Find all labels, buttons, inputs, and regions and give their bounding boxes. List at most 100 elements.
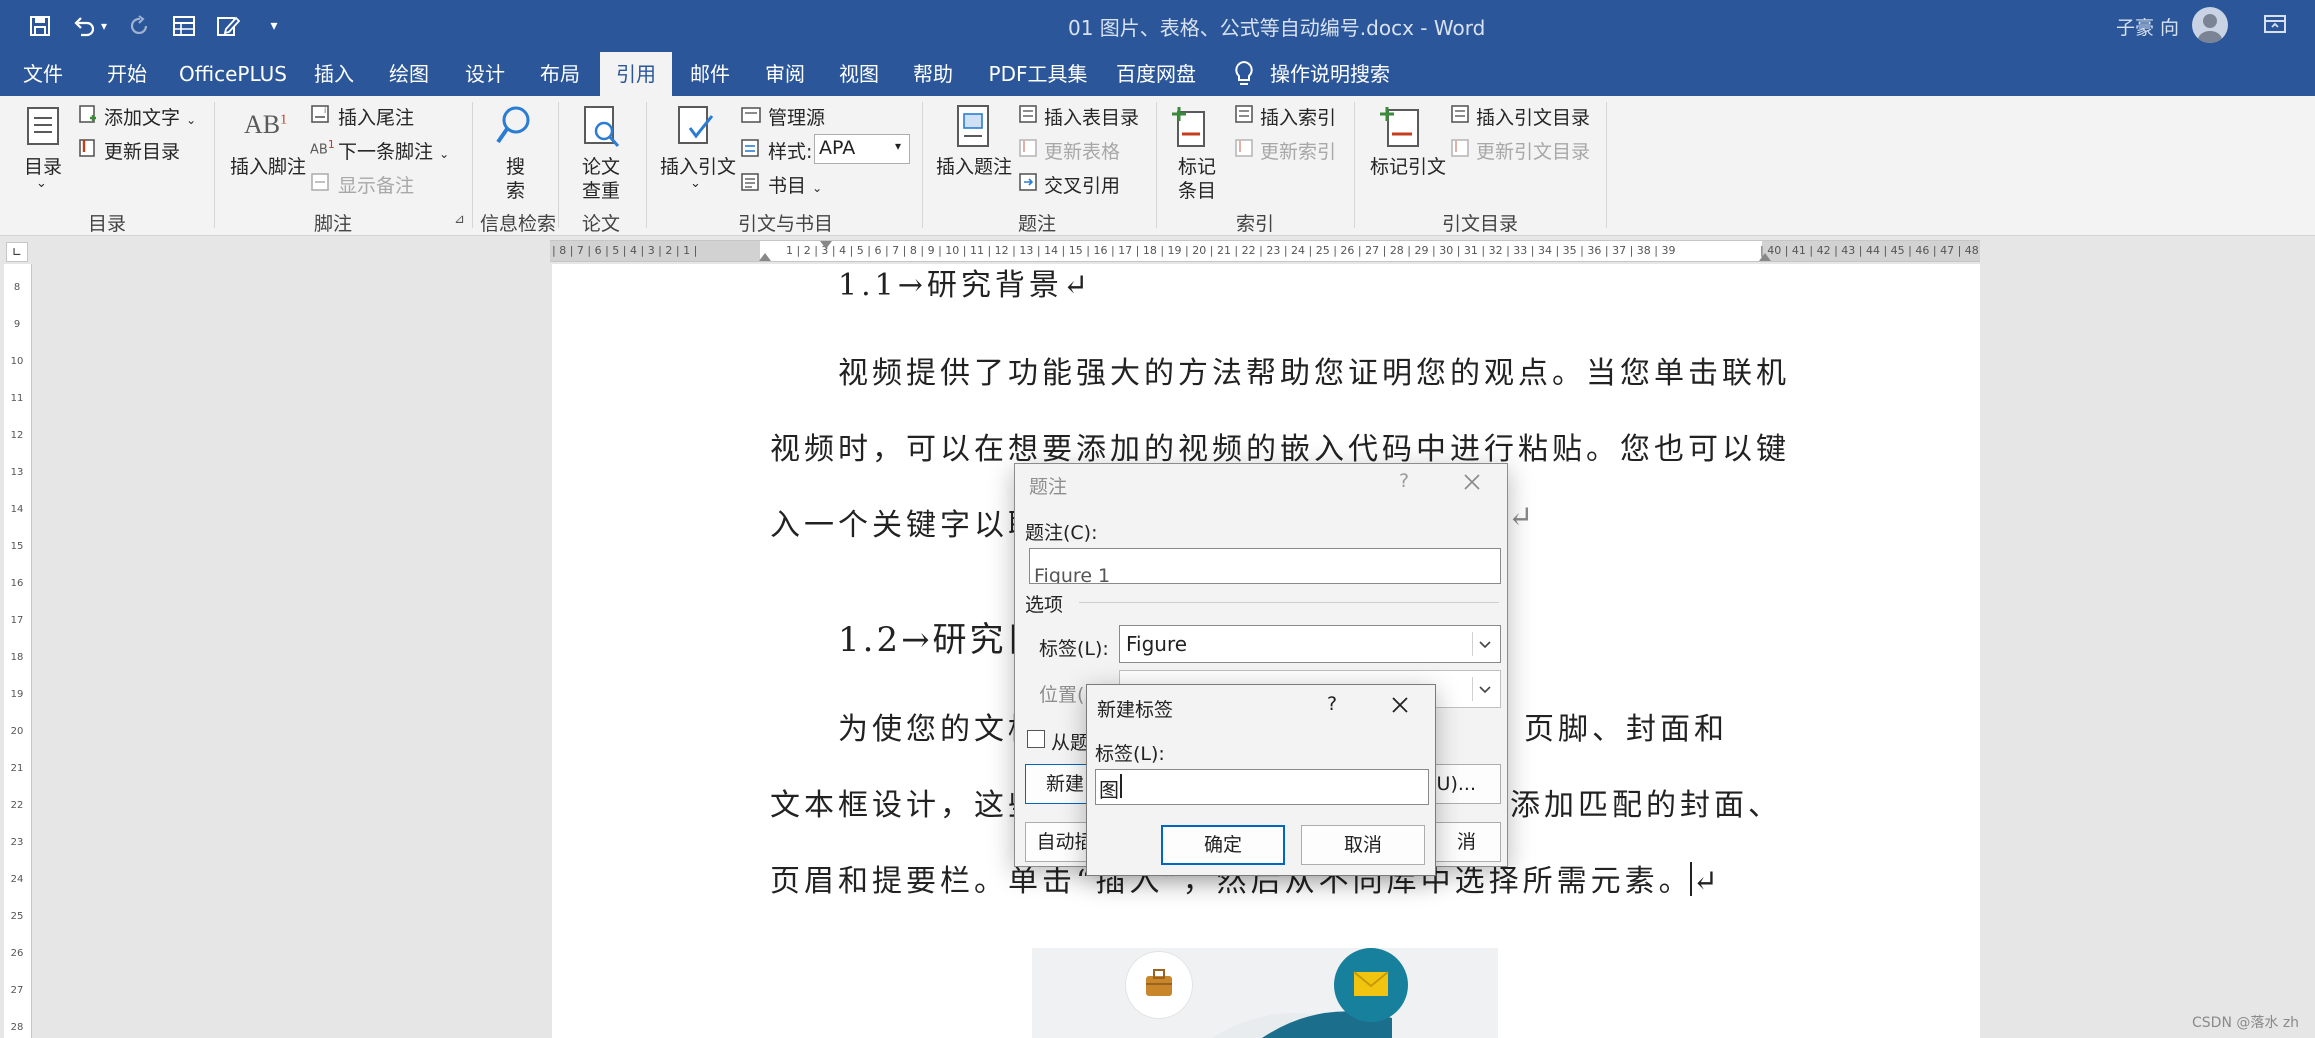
mark-entry-icon[interactable] (1170, 104, 1210, 150)
style-icon (740, 138, 762, 158)
search-button[interactable]: 搜 (506, 152, 525, 179)
paragraph-1-line-2: 视频时，可以在想要添加的视频的嵌入代码中进行粘贴。您也可以键 (770, 432, 1790, 467)
paper-check-button[interactable]: 论文 (582, 152, 620, 179)
cross-reference-button[interactable]: 交叉引用 (1044, 171, 1120, 198)
label-select[interactable]: Figure (1119, 625, 1501, 663)
tab-officeplus[interactable]: OfficePLUS (172, 52, 294, 96)
exclude-label-text: 从题 (1051, 732, 1090, 754)
group-label-toc: 目录 (88, 213, 127, 235)
heading-1-1: 1.1→研究背景↵ (838, 268, 1092, 303)
tell-me-search[interactable]: 操作说明搜索 (1270, 52, 1390, 96)
insert-table-of-figures-icon (1018, 104, 1040, 124)
new-label-close-icon[interactable] (1391, 695, 1409, 713)
vertical-ruler[interactable]: 8 9 10 11 12 13 14 15 16 17 18 19 20 21 22 23 24 25 26 27 28 (4, 264, 32, 1038)
style-label: 样式: (768, 141, 813, 163)
caption-input[interactable]: Figure 1 (1029, 548, 1501, 584)
new-label-input[interactable]: 图 (1095, 769, 1429, 805)
vertical-ruler-tick: 25 (10, 911, 24, 922)
mark-citation-button[interactable]: 标记引文 (1370, 152, 1446, 179)
toc-button[interactable]: 目录 (24, 152, 62, 179)
document-illustration[interactable] (1032, 948, 1498, 1038)
redo-icon[interactable] (124, 10, 156, 42)
insert-caption-icon[interactable] (956, 104, 990, 150)
toc-icon[interactable] (26, 106, 60, 146)
table-icon[interactable] (168, 10, 200, 42)
search-icon[interactable] (494, 104, 534, 148)
tab-file[interactable]: 文件 (8, 52, 78, 96)
update-index-button[interactable]: 更新索引 (1260, 137, 1336, 164)
tab-references[interactable]: 引用 (600, 52, 672, 96)
insert-table-of-figures-button[interactable]: 插入表目录 (1044, 103, 1139, 130)
hanging-indent-marker[interactable] (759, 253, 771, 261)
tab-mailings[interactable]: 邮件 (678, 52, 742, 96)
tab-insert[interactable]: 插入 (302, 52, 366, 96)
bibliography-button[interactable]: 书目 ⌄ (768, 171, 822, 198)
exclude-label-checkbox[interactable] (1027, 730, 1045, 748)
ok-button[interactable]: 确定 (1161, 825, 1285, 865)
avatar[interactable] (2192, 7, 2228, 43)
save-icon[interactable] (24, 10, 56, 42)
mark-entry-button[interactable]: 标记 (1178, 152, 1216, 179)
tab-review[interactable]: 审阅 (752, 52, 818, 96)
tab-draw[interactable]: 绘图 (376, 52, 442, 96)
update-table-icon (1018, 138, 1040, 158)
paper-check-icon[interactable] (582, 104, 622, 150)
insert-footnote-button[interactable]: 插入脚注 (230, 152, 306, 179)
title-bar: ▾ ▾ 01 图片、表格、公式等自动编号.docx - Word 子豪 向 (0, 0, 2315, 52)
insert-citation-icon[interactable] (676, 104, 718, 150)
add-text-dropdown-icon: ⌄ (186, 113, 197, 127)
footnote-dialog-launcher-icon[interactable]: ⊿ (454, 212, 465, 227)
ribbon-tabs: 文件 开始 OfficePLUS 插入 绘图 设计 布局 引用 邮件 审阅 视图… (0, 52, 2315, 96)
vertical-ruler-tick: 14 (10, 504, 24, 515)
tab-baidu-netdisk[interactable]: 百度网盘 (1108, 52, 1204, 96)
vertical-ruler-tick: 21 (10, 763, 24, 774)
tab-view[interactable]: 视图 (826, 52, 892, 96)
next-footnote-button[interactable]: 下一条脚注 ⌄ (338, 137, 449, 164)
new-label-help-icon[interactable]: ? (1327, 693, 1337, 715)
vertical-ruler-tick: 9 (13, 319, 21, 330)
insert-endnote-button[interactable]: 插入尾注 (338, 103, 414, 130)
toc-dropdown-icon[interactable]: ⌄ (36, 176, 47, 191)
caption-close-icon[interactable] (1463, 472, 1481, 490)
footnote-icon[interactable]: AB1 (244, 110, 287, 140)
manage-sources-icon (740, 104, 762, 124)
tab-layout[interactable]: 布局 (528, 52, 592, 96)
undo-dropdown-icon[interactable]: ▾ (96, 10, 112, 42)
right-indent-marker[interactable] (1759, 253, 1771, 261)
update-toc-button[interactable]: 更新目录 (104, 137, 180, 164)
customize-toolbar-icon[interactable]: ▾ (258, 10, 290, 42)
citation-style-select[interactable]: APA ▾ (814, 134, 910, 164)
update-toa-button[interactable]: 更新引文目录 (1476, 137, 1590, 164)
insert-citation-button[interactable]: 插入引文 (660, 152, 736, 179)
first-line-indent-marker[interactable] (820, 241, 832, 249)
update-table-button[interactable]: 更新表格 (1044, 137, 1120, 164)
edit-icon[interactable] (212, 10, 244, 42)
tab-help[interactable]: 帮助 (900, 52, 966, 96)
cross-reference-icon (1018, 172, 1040, 192)
ribbon-display-options-icon[interactable] (2262, 12, 2288, 36)
paragraph-2-line-2-end: 添加匹配的封面、 (1510, 788, 1782, 823)
show-notes-button[interactable]: 显示备注 (338, 171, 414, 198)
insert-index-button[interactable]: 插入索引 (1260, 103, 1336, 130)
update-index-icon (1234, 138, 1256, 158)
add-text-button[interactable]: 添加文字 ⌄ (104, 103, 196, 130)
tab-home[interactable]: 开始 (92, 52, 162, 96)
tab-selector-icon[interactable]: ∟ (6, 242, 28, 262)
group-label-research: 信息检索 (480, 213, 557, 235)
paragraph-2-line-2-start: 文本框设计，这些 (770, 788, 1042, 823)
cancel-button[interactable]: 取消 (1301, 825, 1425, 865)
insert-caption-button[interactable]: 插入题注 (936, 152, 1012, 179)
user-name[interactable]: 子豪 向 (2116, 13, 2179, 40)
tab-design[interactable]: 设计 (452, 52, 518, 96)
caption-help-icon[interactable]: ? (1399, 470, 1409, 492)
insert-citation-dropdown-icon[interactable]: ⌄ (690, 176, 701, 191)
group-label-footnotes: 脚注 (314, 213, 353, 235)
ruler-left-ticks: | 8 | 7 | 6 | 5 | 4 | 3 | 2 | 1 | (552, 244, 698, 257)
manage-sources-button[interactable]: 管理源 (768, 103, 825, 130)
tab-pdf-tools[interactable]: PDF工具集 (980, 52, 1096, 96)
insert-toa-button[interactable]: 插入引文目录 (1476, 103, 1590, 130)
mark-citation-icon[interactable] (1378, 104, 1424, 150)
show-notes-icon (310, 172, 332, 192)
horizontal-ruler[interactable]: | 8 | 7 | 6 | 5 | 4 | 3 | 2 | 1 | 1 | 2 … (550, 240, 1980, 262)
vertical-ruler-tick: 28 (10, 1022, 24, 1033)
